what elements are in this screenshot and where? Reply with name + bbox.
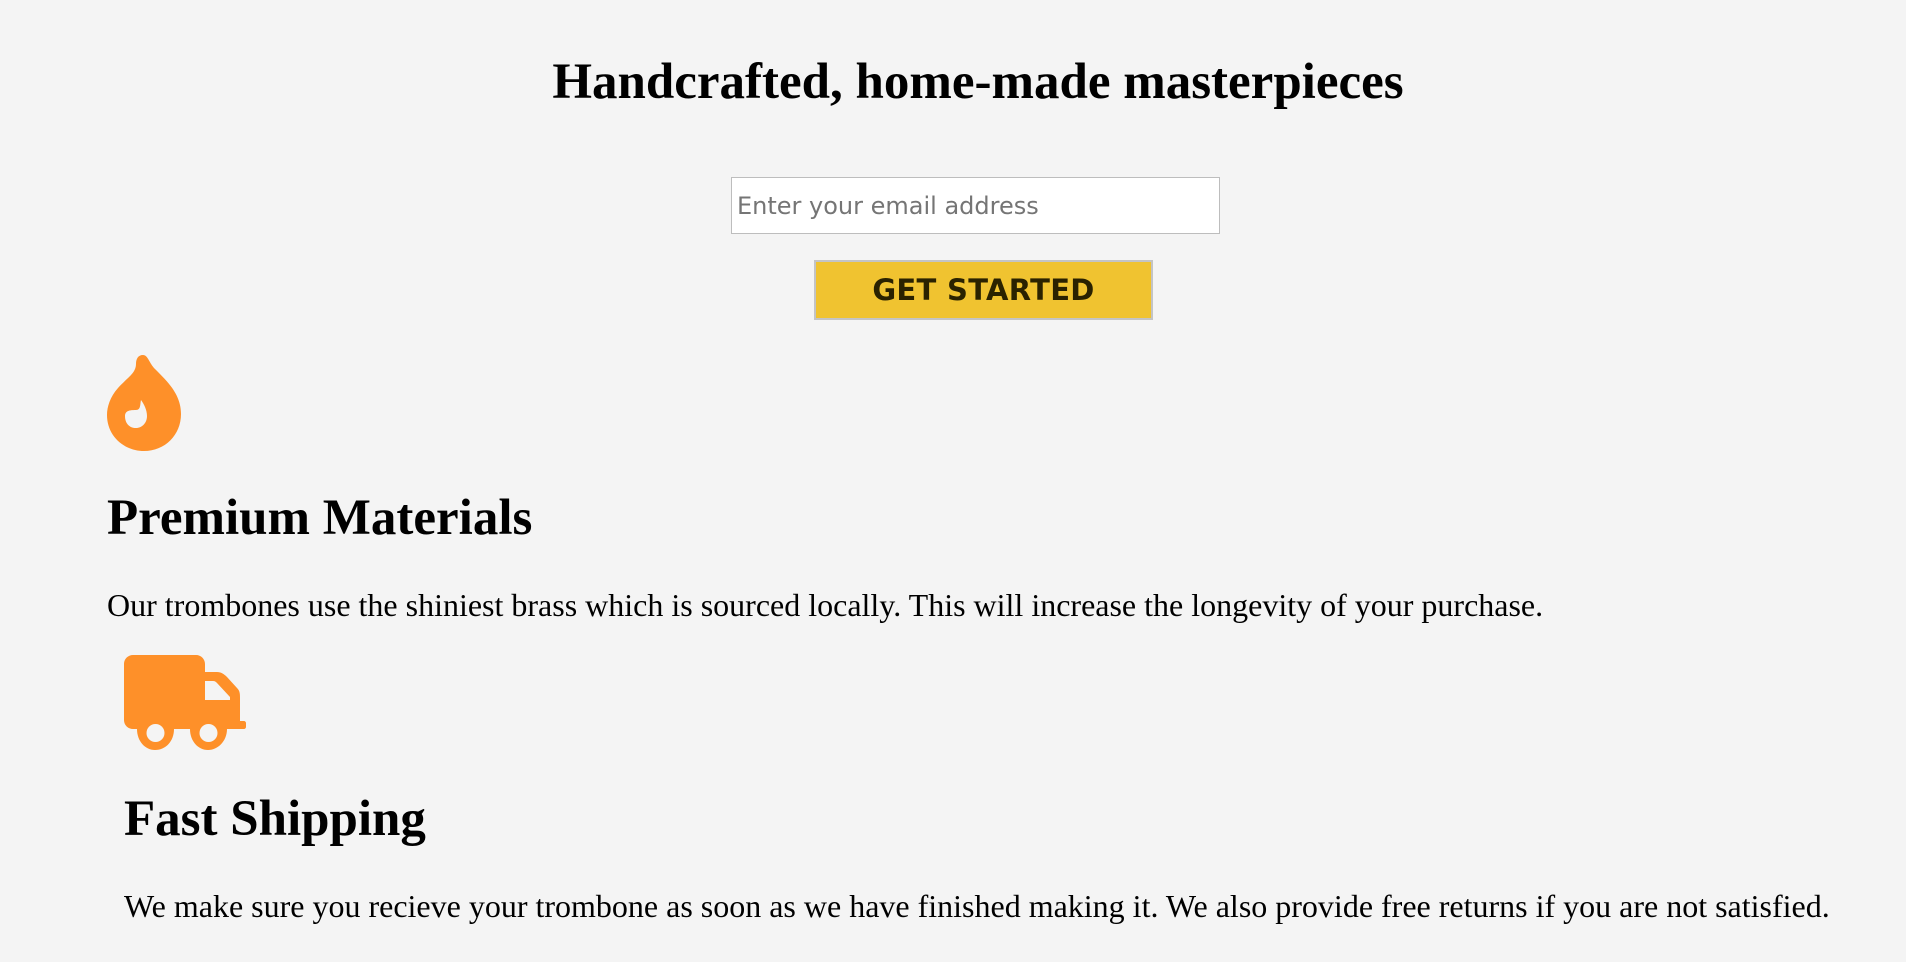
landing-page: Handcrafted, home-made masterpieces GET … xyxy=(0,0,1906,962)
flame-icon xyxy=(107,354,182,452)
feature-description-fast-shipping: We make sure you recieve your trombone a… xyxy=(124,888,1830,924)
feature-title-premium-materials: Premium Materials xyxy=(107,490,533,546)
feature-title-fast-shipping: Fast Shipping xyxy=(124,791,426,847)
feature-description-premium-materials: Our trombones use the shiniest brass whi… xyxy=(107,587,1544,623)
get-started-button[interactable]: GET STARTED xyxy=(814,260,1153,320)
truck-icon xyxy=(124,655,246,751)
page-title: Handcrafted, home-made masterpieces xyxy=(552,54,1404,110)
email-field[interactable] xyxy=(731,177,1220,234)
